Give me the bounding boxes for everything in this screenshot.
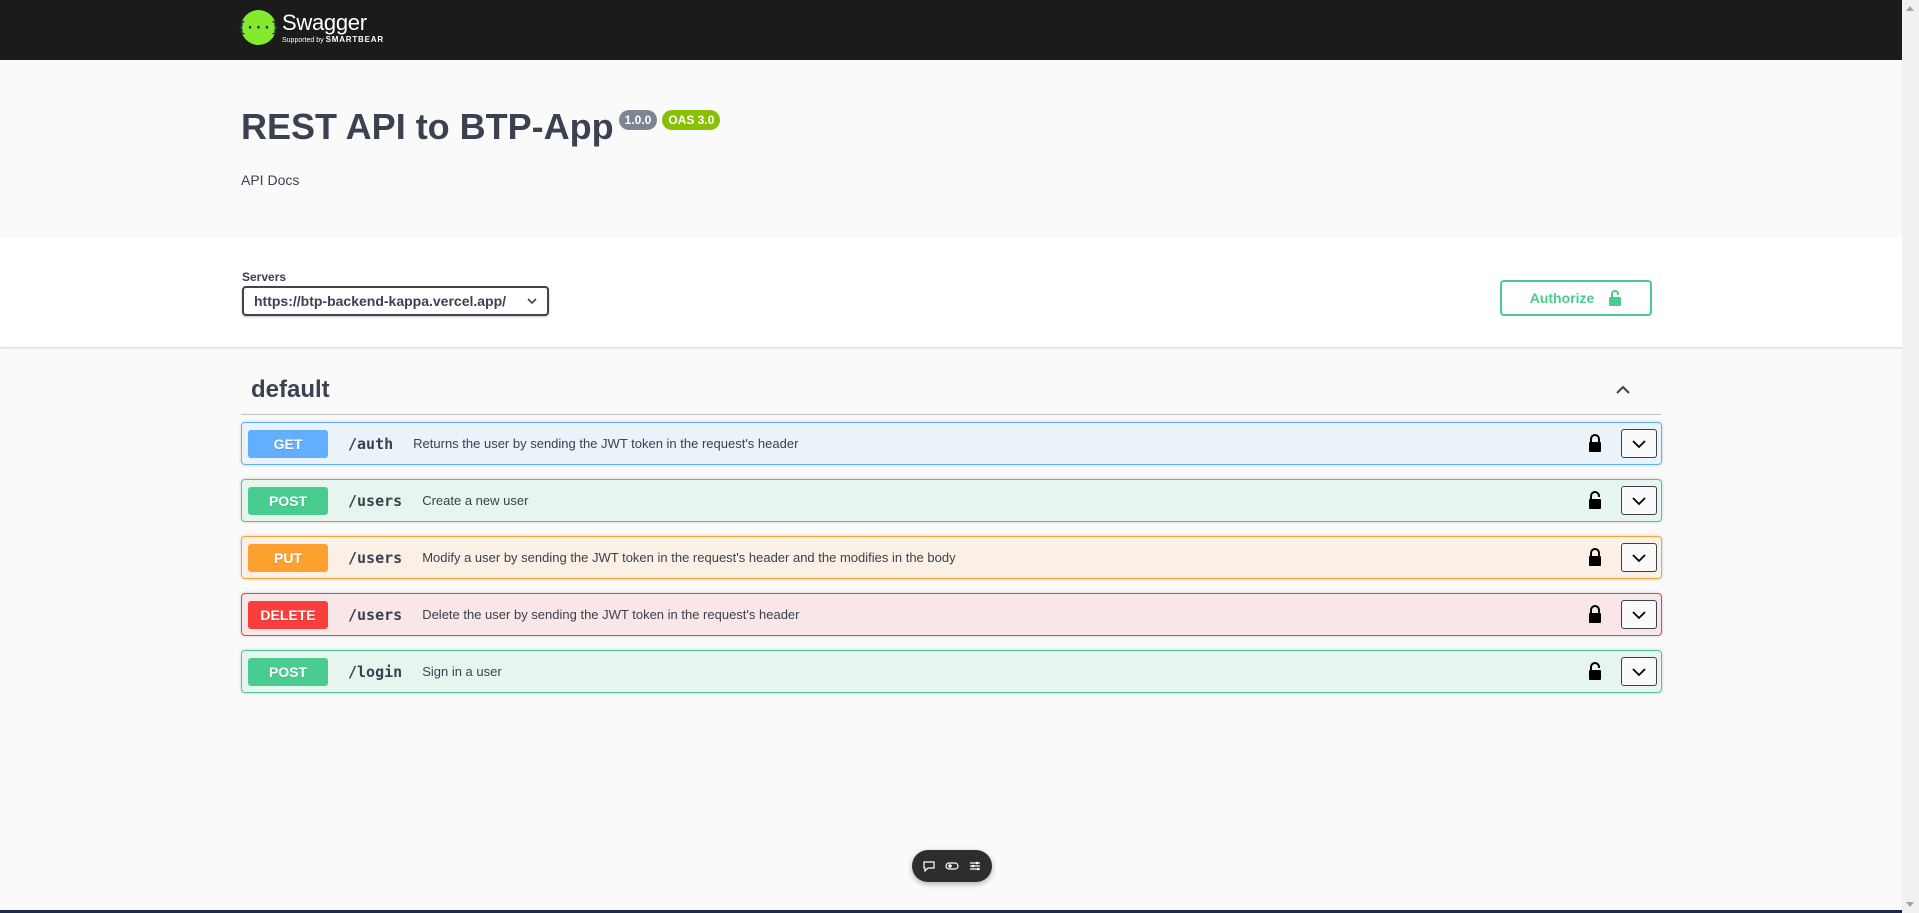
chevron-down-icon — [1632, 667, 1646, 676]
chevron-down-icon — [1632, 610, 1646, 619]
servers-selected-value: https://btp-backend-kappa.vercel.app/ — [254, 293, 507, 309]
scrollbar[interactable] — [1902, 0, 1919, 913]
operation-summary: Returns the user by sending the JWT toke… — [413, 436, 799, 451]
swagger-logo[interactable]: {···} Swagger Supported by SMARTBEAR — [237, 9, 384, 45]
scroll-up-icon[interactable] — [1906, 6, 1914, 11]
unlock-icon — [1609, 290, 1622, 306]
expand-operation-button[interactable] — [1621, 486, 1657, 515]
toggle-icon[interactable] — [944, 858, 960, 874]
method-badge: POST — [248, 486, 328, 515]
operation-path: /users — [348, 491, 403, 510]
chevron-down-icon — [1632, 553, 1646, 562]
operation-summary: Modify a user by sending the JWT token i… — [422, 550, 956, 565]
tag-name: default — [251, 376, 330, 403]
method-badge: PUT — [248, 543, 328, 572]
operation-get-auth[interactable]: GET /auth Returns the user by sending th… — [241, 422, 1662, 465]
lock-icon[interactable] — [1587, 604, 1603, 624]
authorize-label: Authorize — [1529, 290, 1595, 306]
method-badge: GET — [248, 429, 328, 458]
servers-label: Servers — [242, 270, 287, 284]
operation-put-users[interactable]: PUT /users Modify a user by sending the … — [241, 536, 1662, 579]
chevron-down-icon — [527, 298, 537, 305]
logo-subtitle: Supported by SMARTBEAR — [282, 34, 384, 44]
operation-path: /auth — [348, 434, 394, 453]
expand-operation-button[interactable] — [1621, 543, 1657, 572]
chevron-up-icon[interactable] — [1613, 380, 1633, 400]
api-info: REST API to BTP-App 1.0.0 OAS 3.0 — [241, 106, 721, 148]
expand-operation-button[interactable] — [1621, 657, 1657, 686]
swagger-logo-icon: {···} — [237, 10, 280, 45]
operation-delete-users[interactable]: DELETE /users Delete the user by sending… — [241, 593, 1662, 636]
unlock-icon[interactable] — [1587, 661, 1603, 681]
operation-summary: Create a new user — [422, 493, 529, 508]
expand-operation-button[interactable] — [1621, 600, 1657, 629]
floating-toolbar — [912, 850, 992, 882]
operation-path: /users — [348, 605, 403, 624]
version-badge: 1.0.0 — [618, 110, 658, 130]
operation-path: /login — [348, 662, 403, 681]
method-badge: DELETE — [248, 600, 328, 629]
api-description: API Docs — [241, 172, 300, 188]
expand-operation-button[interactable] — [1621, 429, 1657, 458]
comment-icon[interactable] — [921, 858, 937, 874]
lock-icon[interactable] — [1587, 547, 1603, 567]
unlock-icon[interactable] — [1587, 490, 1603, 510]
oas-badge: OAS 3.0 — [662, 110, 721, 130]
settings-sliders-icon[interactable] — [967, 858, 983, 874]
chevron-down-icon — [1632, 439, 1646, 448]
method-badge: POST — [248, 657, 328, 686]
topbar: {···} Swagger Supported by SMARTBEAR — [0, 0, 1902, 60]
chevron-down-icon — [1632, 496, 1646, 505]
tag-section-default[interactable]: default — [241, 370, 1661, 415]
operation-path: /users — [348, 548, 403, 567]
authorize-button[interactable]: Authorize — [1500, 280, 1652, 316]
operation-summary: Delete the user by sending the JWT token… — [422, 607, 800, 622]
operation-post-users[interactable]: POST /users Create a new user — [241, 479, 1662, 522]
api-title: REST API to BTP-App — [241, 106, 614, 147]
logo-name: Swagger — [282, 9, 367, 35]
lock-icon[interactable] — [1587, 433, 1603, 453]
operation-summary: Sign in a user — [422, 664, 502, 679]
servers-select[interactable]: https://btp-backend-kappa.vercel.app/ — [242, 286, 549, 316]
scroll-down-icon[interactable] — [1906, 902, 1914, 907]
operation-post-login[interactable]: POST /login Sign in a user — [241, 650, 1662, 693]
